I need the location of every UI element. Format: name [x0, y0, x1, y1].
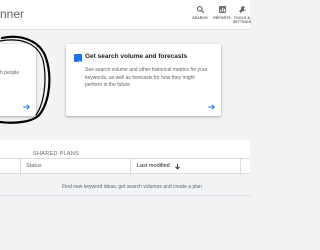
table-bottom-border: [0, 195, 250, 196]
column-divider: [130, 159, 131, 175]
column-divider: [20, 159, 21, 175]
hand-drawn-circle-annotation: [0, 35, 51, 124]
table-header: Status Last modified: [0, 158, 250, 175]
tab-shared-plans[interactable]: SHARED PLANS: [33, 151, 79, 157]
column-divider: [240, 159, 241, 175]
empty-table-message: Find new keyword ideas, get search volum…: [62, 184, 202, 190]
column-header-status[interactable]: Status: [26, 163, 42, 169]
sort-descending-icon[interactable]: [174, 162, 181, 171]
column-header-last-modified[interactable]: Last modified: [137, 163, 170, 169]
